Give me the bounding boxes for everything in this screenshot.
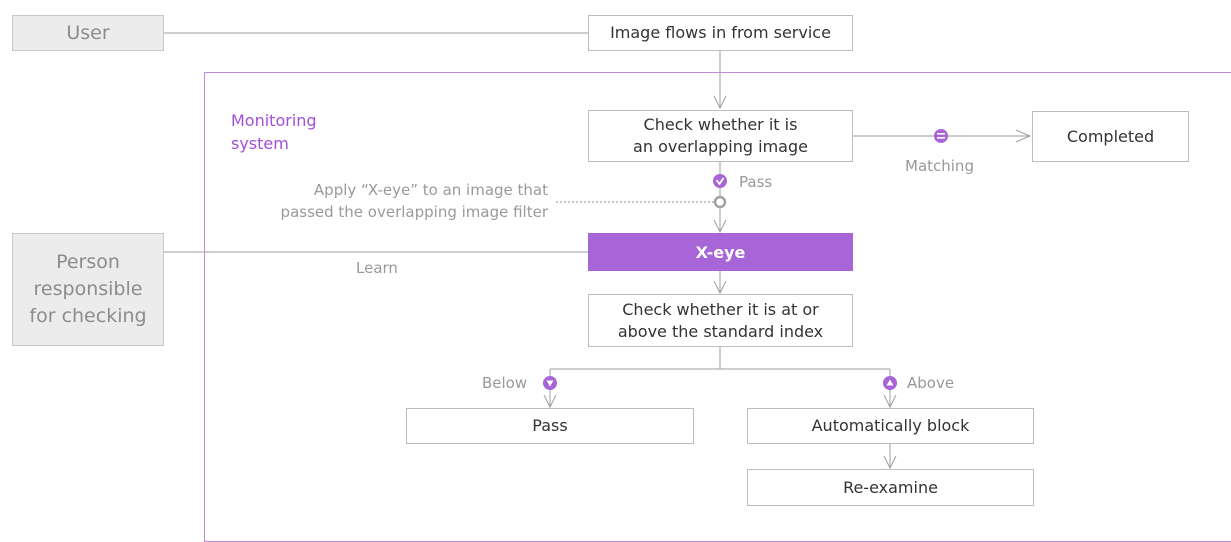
matching-label: Matching	[905, 157, 974, 175]
re-examine-box: Re-examine	[747, 469, 1034, 506]
check-index-line1: Check whether it is at or	[622, 299, 819, 319]
xeye-box: X-eye	[588, 233, 853, 271]
person-line3: for checking	[29, 305, 147, 327]
person-responsible-actor: Person responsible for checking	[12, 233, 164, 346]
re-examine-label: Re-examine	[843, 477, 938, 497]
image-flows-label: Image flows in from service	[610, 23, 831, 42]
below-down-triangle-icon	[543, 376, 557, 390]
person-line1: Person	[56, 251, 120, 273]
check-overlap-line2: an overlapping image	[633, 137, 808, 156]
completed-box: Completed	[1032, 111, 1189, 162]
user-actor: User	[12, 15, 164, 51]
user-actor-label: User	[66, 21, 110, 44]
xeye-note: Apply “X-eye” to an image that passed th…	[228, 179, 548, 223]
pass-box-label: Pass	[532, 416, 568, 435]
pass-edge-label: Pass	[739, 173, 773, 191]
auto-block-box: Automatically block	[747, 408, 1034, 444]
below-label: Below	[482, 374, 528, 392]
pass-check-icon	[713, 174, 727, 188]
image-flows-box: Image flows in from service	[588, 15, 853, 51]
learn-label: Learn	[356, 259, 398, 277]
pass-box: Pass	[406, 408, 694, 444]
xeye-label: X-eye	[695, 242, 746, 262]
check-overlap-box: Check whether it is an overlapping image	[588, 110, 853, 162]
above-label: Above	[907, 374, 955, 392]
check-index-box: Check whether it is at or above the stan…	[588, 294, 853, 347]
check-overlap-line1: Check whether it is	[643, 115, 798, 134]
xeye-note-line2: passed the overlapping image filter	[280, 203, 548, 221]
check-index-line2: above the standard index	[617, 321, 824, 341]
above-up-triangle-icon	[883, 376, 897, 390]
completed-label: Completed	[1066, 126, 1155, 146]
person-line2: responsible	[33, 278, 143, 300]
xeye-note-line1: Apply “X-eye” to an image that	[313, 181, 548, 199]
note-anchor-icon	[713, 195, 727, 209]
matching-equals-icon	[934, 129, 948, 143]
auto-block-label: Automatically block	[811, 416, 970, 435]
